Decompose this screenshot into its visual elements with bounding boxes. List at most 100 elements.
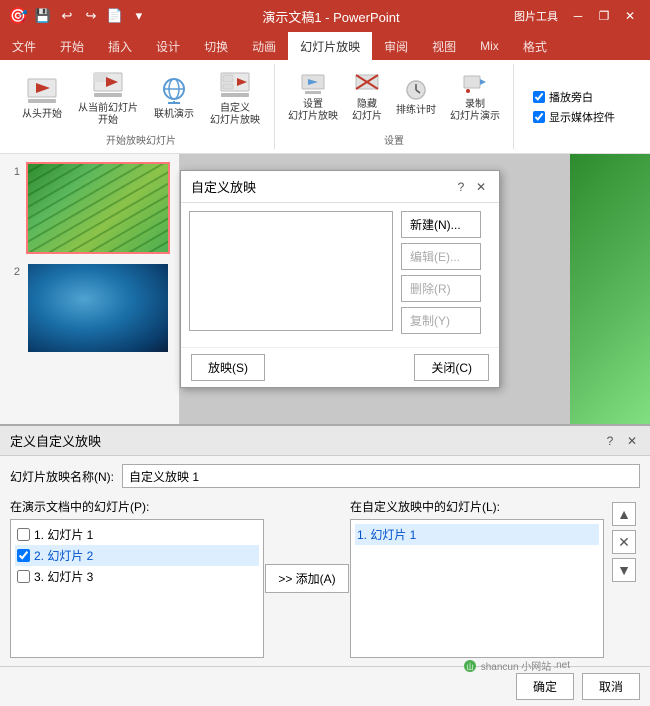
dropdown-icon[interactable]: ▾ [130,7,148,25]
ribbon-group-checkboxes-items: 播放旁白 显示媒体控件 [533,66,615,147]
tab-format[interactable]: 格式 [511,32,559,60]
tab-home[interactable]: 开始 [48,32,96,60]
window-title: 演示文稿1 - PowerPoint [148,7,514,26]
left-list-title: 在演示文档中的幻灯片(P): [10,498,264,515]
right-list-item-1[interactable]: 1. 幻灯片 1 [355,524,599,545]
slide-num-1: 1 [6,166,20,178]
save-icon[interactable]: 💾 [34,7,52,25]
slide2-checkbox[interactable] [17,549,30,562]
name-row: 幻灯片放映名称(N): [10,464,640,488]
tab-slideshow[interactable]: 幻灯片放映 [288,32,372,60]
hide-slide-button[interactable]: 隐藏幻灯片 [347,70,387,126]
play-from-start-icon [26,75,58,107]
delete-custom-show-button[interactable]: 删除(R) [401,275,481,302]
svg-text:山: 山 [466,662,473,671]
rehearse-timing-icon [404,79,428,103]
online-present-icon [158,75,190,107]
custom-slideshow-button[interactable]: 自定义幻灯片放映 [204,66,266,130]
slide-preview-2[interactable] [26,262,170,354]
custom-show-dialog-footer: 放映(S) 关闭(C) [181,347,499,387]
setup-slideshow-button[interactable]: 设置幻灯片放映 [283,70,343,126]
undo-icon[interactable]: ↩ [58,7,76,25]
define-title-icons: ? ✕ [602,433,640,449]
tab-design[interactable]: 设计 [144,32,192,60]
title-bar-right: 图片工具 ─ ❐ ✕ [514,6,642,26]
right-list-section: 在自定义放映中的幻灯片(L): 1. 幻灯片 1 [350,498,604,658]
hide-slide-label: 隐藏幻灯片 [352,99,382,123]
tab-insert[interactable]: 插入 [96,32,144,60]
start-from-beginning-button[interactable]: 从头开始 [16,72,68,124]
copy-custom-show-button[interactable]: 复制(Y) [401,307,481,334]
left-list-section: 在演示文档中的幻灯片(P): 1. 幻灯片 1 2. 幻灯片 2 3. 幻 [10,498,264,658]
tab-transition[interactable]: 切换 [192,32,240,60]
redo-icon[interactable]: ↪ [82,7,100,25]
move-down-button[interactable]: ▼ [612,558,636,582]
slide-preview-1[interactable] [26,162,170,254]
name-label: 幻灯片放映名称(N): [10,468,114,485]
edit-custom-show-button[interactable]: 编辑(E)... [401,243,481,270]
checkbox-group: 播放旁白 显示媒体控件 [533,85,615,129]
slide3-checkbox[interactable] [17,570,30,583]
app-icon: 🎯 [8,6,28,26]
start-from-current-label: 从当前幻灯片开始 [78,103,138,127]
slide1-label: 1. 幻灯片 1 [34,526,93,543]
tab-review[interactable]: 审阅 [372,32,420,60]
restore-button[interactable]: ❐ [592,6,616,26]
remove-from-list-button[interactable]: ✕ [612,530,636,554]
tab-animation[interactable]: 动画 [240,32,288,60]
define-ok-button[interactable]: 确定 [516,673,574,700]
slideshow-name-input[interactable] [122,464,640,488]
main-area: 1 2 自定义放映 ? ✕ 新建(N)... [0,154,650,684]
add-btn-col: >> 添加(A) [272,498,342,658]
play-from-current-icon [92,69,124,101]
left-list-item-1[interactable]: 1. 幻灯片 1 [15,524,259,545]
custom-show-dialog: 自定义放映 ? ✕ 新建(N)... 编辑(E)... 删除(R) 复制(Y) … [180,170,500,388]
slide1-checkbox[interactable] [17,528,30,541]
define-dialog-title: 定义自定义放映 [10,431,101,450]
define-cancel-button[interactable]: 取消 [582,673,640,700]
define-question-icon[interactable]: ? [602,433,618,449]
left-list-item-2[interactable]: 2. 幻灯片 2 [15,545,259,566]
tools-label: 图片工具 [514,8,558,24]
move-up-button[interactable]: ▲ [612,502,636,526]
close-custom-show-button[interactable]: 关闭(C) [414,354,489,381]
media-controls-checkbox[interactable] [533,111,545,123]
new-custom-show-button[interactable]: 新建(N)... [401,211,481,238]
watermark: 山 shancun 小网站 .net [463,658,570,673]
add-to-custom-show-button[interactable]: >> 添加(A) [265,564,348,593]
checkbox-narration[interactable]: 播放旁白 [533,89,615,105]
ribbon-group-start: 从头开始 从当前幻灯片开始 [8,64,275,149]
tab-file[interactable]: 文件 [0,32,48,60]
left-list-item-3[interactable]: 3. 幻灯片 3 [15,566,259,587]
ribbon-tabs: 文件 开始 插入 设计 切换 动画 幻灯片放映 审阅 视图 Mix 格式 [0,32,650,60]
rehearse-timing-button[interactable]: 排练计时 [391,76,441,120]
tab-mix[interactable]: Mix [468,32,511,60]
define-close-icon[interactable]: ✕ [624,433,640,449]
narration-label: 播放旁白 [549,89,593,105]
custom-slideshow-label: 自定义幻灯片放映 [210,103,260,127]
online-present-button[interactable]: 联机演示 [148,72,200,124]
close-button[interactable]: ✕ [618,6,642,26]
dialog-close-icon[interactable]: ✕ [473,179,489,195]
define-dialog-body: 幻灯片放映名称(N): 在演示文档中的幻灯片(P): 1. 幻灯片 1 2. 幻… [0,456,650,666]
hide-slide-icon [355,73,379,97]
start-from-current-button[interactable]: 从当前幻灯片开始 [72,66,144,130]
custom-show-buttons: 新建(N)... 编辑(E)... 删除(R) 复制(Y) [401,211,491,339]
minimize-button[interactable]: ─ [566,6,590,26]
checkbox-media-controls[interactable]: 显示媒体控件 [533,109,615,125]
title-bar: 🎯 💾 ↩ ↪ 📄 ▾ 演示文稿1 - PowerPoint 图片工具 ─ ❐ … [0,0,650,32]
ribbon-group-start-items: 从头开始 从当前幻灯片开始 [16,66,266,130]
start-from-beginning-label: 从头开始 [22,109,62,121]
custom-show-dialog-titlebar: 自定义放映 ? ✕ [181,171,499,203]
dialog-question-icon[interactable]: ? [453,179,469,195]
rehearse-timing-label: 排练计时 [396,105,436,117]
record-slideshow-button[interactable]: 录制幻灯片演示 [445,70,505,126]
ribbon-group-checkboxes: 播放旁白 显示媒体控件 [514,64,634,149]
new-icon[interactable]: 📄 [106,7,124,25]
custom-show-list[interactable] [189,211,393,331]
tab-view[interactable]: 视图 [420,32,468,60]
custom-slideshow-icon [219,69,251,101]
ribbon-group-start-label: 开始放映幻灯片 [106,132,176,147]
narration-checkbox[interactable] [533,91,545,103]
play-custom-show-button[interactable]: 放映(S) [191,354,265,381]
